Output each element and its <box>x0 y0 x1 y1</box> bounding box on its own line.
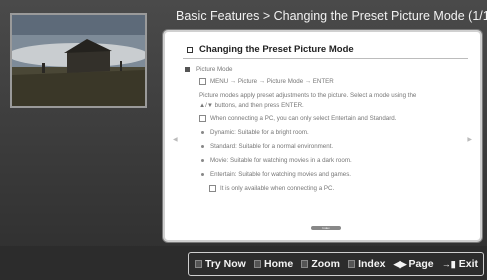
bullet-icon <box>201 158 204 162</box>
screen: Basic Features > Changing the Preset Pic… <box>0 0 487 280</box>
content-line: Picture Mode <box>185 66 232 73</box>
content-line: When connecting a PC, you can only selec… <box>199 115 396 122</box>
arrows-icon: ◀▶ <box>393 258 407 269</box>
home-button[interactable]: Home <box>254 258 293 270</box>
list-item: Standard: Suitable for a normal environm… <box>201 143 333 150</box>
content-line: Picture modes apply preset adjustments t… <box>199 92 417 99</box>
heading-divider <box>183 58 468 59</box>
list-item: Dynamic: Suitable for a bright room. <box>201 129 309 136</box>
section-heading: Changing the Preset Picture Mode <box>187 44 354 55</box>
list-item: Movie: Suitable for watching movies in a… <box>201 157 352 164</box>
content-line: It is only available when connecting a P… <box>209 185 334 192</box>
try-now-button[interactable]: Try Now <box>195 258 246 270</box>
nav-bar: Try Now Home Zoom Index ◀▶ Page →▮ Exit <box>188 252 484 276</box>
list-item: Entertain: Suitable for watching movies … <box>201 171 351 178</box>
bullet-icon <box>201 172 204 176</box>
page-title: Basic Features > Changing the Preset Pic… <box>176 9 487 23</box>
note-icon <box>209 185 216 192</box>
note-icon <box>199 115 206 122</box>
right-arrow-icon[interactable]: ▶ <box>467 136 472 143</box>
exit-button[interactable]: →▮ Exit <box>442 258 478 270</box>
remote-key-icon <box>301 260 309 268</box>
remote-key-icon <box>348 260 356 268</box>
remote-key-icon <box>195 260 202 268</box>
thumbnail-image <box>10 13 147 108</box>
scroll-indicator[interactable]: Index <box>311 226 341 230</box>
index-button[interactable]: Index <box>348 258 386 270</box>
square-bullet-icon <box>185 66 190 72</box>
page-button[interactable]: ◀▶ Page <box>394 258 434 270</box>
bullet-icon <box>201 144 204 148</box>
exit-icon: →▮ <box>441 258 456 269</box>
content-line: ▲/▼ buttons, and then press ENTER. <box>199 102 304 109</box>
content-line: MENU → Picture → Picture Mode → ENTER <box>199 78 334 85</box>
help-content-panel: ◀ ▶ Changing the Preset Picture Mode Pic… <box>163 30 482 242</box>
remote-key-icon <box>254 260 261 268</box>
menu-icon <box>199 78 206 85</box>
bullet-icon <box>201 130 204 134</box>
section-heading-text: Changing the Preset Picture Mode <box>199 44 354 55</box>
left-arrow-icon[interactable]: ◀ <box>173 136 178 143</box>
checkbox-icon <box>187 46 193 53</box>
zoom-button[interactable]: Zoom <box>301 258 340 270</box>
